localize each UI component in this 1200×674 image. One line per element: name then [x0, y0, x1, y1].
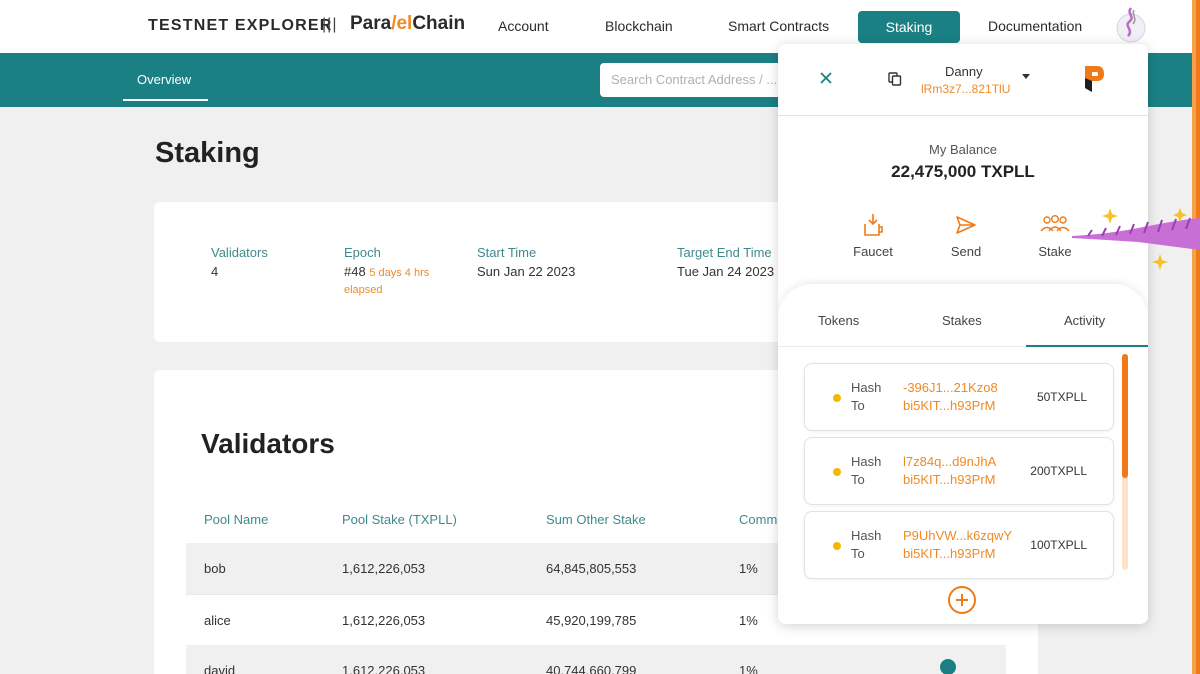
logo-part-1: Para: [350, 13, 392, 34]
parallelchain-logo-icon: [1085, 66, 1104, 92]
pool-stake-cell: 1,612,226,053: [342, 663, 426, 674]
search-input[interactable]: Search Contract Address / ...: [600, 63, 790, 97]
activity-item[interactable]: Hash To P9UhVW...k6zqwY bi5KIT...h93PrM …: [804, 511, 1114, 579]
close-icon[interactable]: [818, 70, 834, 86]
hash-label: Hash: [851, 380, 882, 395]
brand-title[interactable]: TESTNET EXPLORER: [148, 17, 333, 35]
tab-activity-underline: [1026, 345, 1148, 347]
target-end-time-label: Target End Time: [677, 245, 772, 260]
to-value[interactable]: bi5KIT...h93PrM: [903, 472, 996, 487]
col-sum-other-stake[interactable]: Sum Other Stake: [546, 512, 646, 527]
amount-value: 100TXPLL: [1030, 538, 1087, 552]
status-dot: [833, 542, 841, 550]
sum-other-stake-cell: 64,845,805,553: [546, 561, 637, 576]
pool-name-cell: david: [204, 663, 236, 674]
brand-separator: |||: [322, 16, 338, 33]
wallet-header: Danny lRm3z7...821TlU: [778, 44, 1148, 116]
epoch-label: Epoch: [344, 245, 381, 260]
pool-stake-cell: 1,612,226,053: [342, 561, 426, 576]
validators-count-label: Validators: [211, 245, 268, 260]
right-edge-strip-dark: [1196, 0, 1200, 674]
send-icon: [956, 216, 976, 234]
to-value[interactable]: bi5KIT...h93PrM: [903, 546, 996, 561]
balance-value: 22,475,000 TXPLL: [891, 162, 1035, 181]
faucet-label: Faucet: [853, 244, 893, 259]
to-label: To: [851, 546, 865, 561]
validator-icon[interactable]: [940, 659, 956, 674]
nav-blockchain[interactable]: Blockchain: [605, 18, 673, 34]
epoch-summary-card: Validators 4 Epoch #48 5 days 4 hrs elap…: [154, 202, 814, 342]
to-label: To: [851, 472, 865, 487]
logo-part-3: Chain: [412, 13, 466, 34]
validators-title: Validators: [201, 428, 335, 459]
hash-label: Hash: [851, 454, 882, 469]
wallet-panel: Danny lRm3z7...821TlU My Balance 22,475,…: [778, 44, 1148, 624]
col-pool-name[interactable]: Pool Name: [204, 512, 268, 527]
table-row[interactable]: david 1,612,226,053 40,744,660,799 1%: [186, 645, 1006, 674]
amount-value: 200TXPLL: [1030, 464, 1087, 478]
activity-scrollbar-thumb[interactable]: [1122, 354, 1128, 478]
epoch-elapsed: 5 days 4 hrs: [369, 267, 430, 279]
commission-cell: 1%: [739, 561, 758, 576]
sum-other-stake-cell: 40,744,660,799: [546, 663, 637, 674]
parallelchain-logo[interactable]: Para/elChain: [350, 13, 465, 35]
tab-overview[interactable]: Overview: [137, 72, 191, 87]
account-address[interactable]: lRm3z7...821TlU: [921, 82, 1010, 96]
account-name: Danny: [945, 64, 983, 79]
activity-item[interactable]: Hash To l7z84q...d9nJhA bi5KIT...h93PrM …: [804, 437, 1114, 505]
amount-value: 50TXPLL: [1036, 390, 1087, 404]
epoch-number: #48: [344, 264, 366, 279]
epoch-value: #48 5 days 4 hrs: [344, 264, 429, 279]
avatar[interactable]: [1114, 6, 1148, 44]
commission-cell: 1%: [739, 613, 758, 628]
page-title: Staking: [155, 137, 260, 169]
to-value[interactable]: bi5KIT...h93PrM: [903, 398, 996, 413]
add-button[interactable]: [948, 586, 976, 614]
nav-smart-contracts[interactable]: Smart Contracts: [728, 18, 829, 34]
hash-label: Hash: [851, 528, 882, 543]
pool-name-cell: bob: [204, 561, 226, 576]
tab-stakes[interactable]: Stakes: [942, 313, 982, 328]
hash-value[interactable]: -396J1...21Kzo8: [903, 380, 998, 395]
hash-value[interactable]: P9UhVW...k6zqwY: [903, 528, 1012, 543]
logo-part-2: /el: [391, 13, 413, 34]
commission-cell: 1%: [739, 663, 758, 674]
nav-account[interactable]: Account: [498, 18, 549, 34]
hash-value[interactable]: l7z84q...d9nJhA: [903, 454, 996, 469]
col-commission[interactable]: Comm: [739, 512, 777, 527]
faucet-icon: [864, 214, 883, 236]
tab-activity[interactable]: Activity: [1064, 313, 1105, 328]
to-label: To: [851, 398, 865, 413]
status-dot: [833, 394, 841, 402]
pool-stake-cell: 1,612,226,053: [342, 613, 426, 628]
pool-name-cell: alice: [204, 613, 231, 628]
chevron-down-icon[interactable]: [1022, 74, 1030, 79]
balance-label: My Balance: [929, 142, 997, 157]
decorative-spiral: [1072, 208, 1200, 270]
tab-overview-underline: [123, 99, 208, 101]
people-icon: [1040, 215, 1070, 232]
start-time-value: Sun Jan 22 2023: [477, 264, 576, 279]
col-pool-stake[interactable]: Pool Stake (TXPLL): [342, 512, 457, 527]
faucet-button[interactable]: Faucet: [838, 212, 908, 259]
target-end-time-value: Tue Jan 24 2023: [677, 264, 775, 279]
activity-item[interactable]: Hash To -396J1...21Kzo8 bi5KIT...h93PrM …: [804, 363, 1114, 431]
validators-count-value: 4: [211, 264, 219, 279]
status-dot: [833, 468, 841, 476]
start-time-label: Start Time: [477, 245, 537, 260]
sum-other-stake-cell: 45,920,199,785: [546, 613, 637, 628]
send-button[interactable]: Send: [931, 212, 1001, 259]
wallet-activity-section: Tokens Stakes Activity Hash To -396J1...…: [778, 284, 1148, 624]
epoch-elapsed-suffix: elapsed: [344, 284, 383, 296]
nav-staking[interactable]: Staking: [858, 11, 960, 43]
nav-documentation[interactable]: Documentation: [988, 18, 1082, 34]
copy-icon[interactable]: [888, 72, 902, 86]
send-label: Send: [950, 244, 982, 259]
tab-tokens[interactable]: Tokens: [818, 313, 859, 328]
